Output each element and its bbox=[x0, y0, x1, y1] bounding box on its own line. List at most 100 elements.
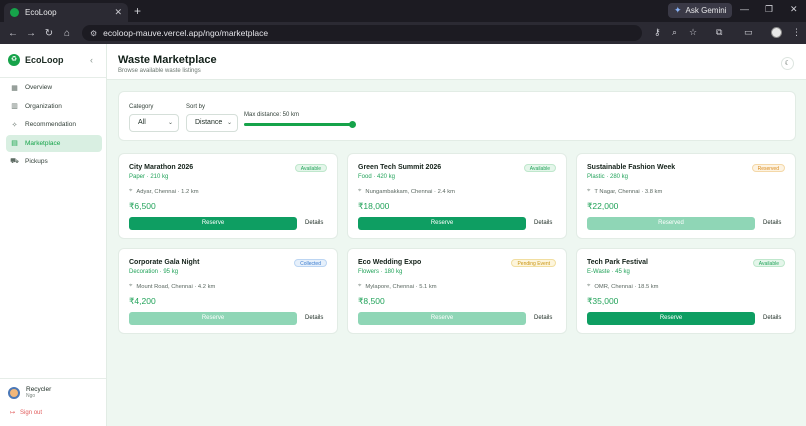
details-link[interactable]: Details bbox=[534, 220, 552, 226]
details-link[interactable]: Details bbox=[305, 315, 323, 321]
profile-avatar[interactable] bbox=[771, 27, 782, 38]
building-icon: ▥ bbox=[11, 103, 18, 110]
location-text: Adyar, Chennai · 1.2 km bbox=[136, 188, 199, 195]
location-pin-icon: ⌖ bbox=[358, 283, 362, 289]
status-badge: Pending Event bbox=[511, 259, 556, 267]
location-pin-icon: ⌖ bbox=[587, 283, 591, 289]
menu-icon[interactable]: ⋮ bbox=[792, 27, 801, 38]
minimize-icon[interactable]: — bbox=[740, 4, 749, 14]
location-pin-icon: ⌖ bbox=[129, 283, 133, 289]
listing-price: ₹22,000 bbox=[587, 201, 619, 211]
zoom-icon[interactable]: ⌕ bbox=[672, 27, 677, 38]
browser-tab[interactable]: EcoLoop ✕ bbox=[4, 3, 128, 22]
slider-thumb[interactable] bbox=[348, 121, 356, 128]
page-title: Waste Marketplace bbox=[118, 54, 217, 66]
logout-icon: ↦ bbox=[10, 410, 16, 416]
url-text: ecoloop-mauve.vercel.app/ngo/marketplace bbox=[103, 28, 269, 38]
forward-icon[interactable]: → bbox=[22, 28, 40, 39]
status-badge: Available bbox=[294, 164, 327, 172]
close-tab-icon[interactable]: ✕ bbox=[114, 7, 122, 18]
extensions-icon[interactable]: ⧉ bbox=[716, 27, 722, 38]
favicon-icon bbox=[10, 8, 19, 17]
sortby-select[interactable]: Distance ⌄ bbox=[186, 114, 238, 132]
brand[interactable]: ♻ EcoLoop bbox=[8, 54, 64, 66]
location-pin-icon: ⌖ bbox=[587, 188, 591, 194]
home-icon[interactable]: ⌂ bbox=[58, 28, 76, 39]
sidebar-item-organization[interactable]: ▥ Organization bbox=[6, 98, 102, 115]
chevron-down-icon: ⌄ bbox=[167, 120, 173, 126]
location-text: T Nagar, Chennai · 3.8 km bbox=[594, 188, 663, 195]
collapse-sidebar-icon[interactable]: ‹ bbox=[90, 55, 93, 65]
site-info-icon[interactable]: ⚙ bbox=[90, 29, 97, 38]
sidebar-item-label: Pickups bbox=[25, 158, 48, 165]
cast-icon[interactable]: ▭ bbox=[744, 27, 753, 38]
truck-icon: ⛟ bbox=[10, 158, 19, 165]
new-tab-button[interactable]: + bbox=[134, 4, 141, 18]
sparkle-icon: ✧ bbox=[11, 121, 18, 129]
reserve-button[interactable]: Reserve bbox=[587, 312, 755, 325]
listing-location: ⌖ T Nagar, Chennai · 3.8 km bbox=[587, 188, 662, 195]
location-text: OMR, Chennai · 18.5 km bbox=[594, 283, 659, 290]
location-text: Nungambakkam, Chennai · 2.4 km bbox=[365, 188, 455, 195]
page-subtitle: Browse available waste listings bbox=[118, 68, 201, 74]
category-select[interactable]: All ⌄ bbox=[129, 114, 179, 132]
reserve-button[interactable]: Reserve bbox=[358, 312, 526, 325]
listing-card: Green Tech Summit 2026 Food · 420 kg Avail… bbox=[347, 153, 567, 239]
listing-title: City Marathon 2026 bbox=[129, 164, 194, 171]
listing-title: Sustainable Fashion Week bbox=[587, 164, 676, 171]
brand-name: EcoLoop bbox=[25, 55, 64, 65]
listing-card: City Marathon 2026 Paper · 210 kg Availabl… bbox=[118, 153, 338, 239]
listing-location: ⌖ OMR, Chennai · 18.5 km bbox=[587, 283, 659, 290]
listing-location: ⌖ Adyar, Chennai · 1.2 km bbox=[129, 188, 199, 195]
back-icon[interactable]: ← bbox=[4, 28, 22, 39]
listing-title: Corporate Gala Night bbox=[129, 259, 200, 266]
key-icon[interactable]: ⚷ bbox=[654, 27, 661, 38]
listing-card: Tech Park Festival E-Waste · 45 kg Availab… bbox=[576, 248, 796, 334]
close-window-icon[interactable]: ✕ bbox=[790, 4, 798, 15]
sidebar-item-label: Organization bbox=[25, 102, 62, 110]
details-link[interactable]: Details bbox=[763, 315, 781, 321]
slider-fill bbox=[244, 123, 352, 126]
details-link[interactable]: Details bbox=[763, 220, 781, 226]
listing-price: ₹35,000 bbox=[587, 296, 619, 306]
listing-card: Corporate Gala Night Decoration · 95 kg Co… bbox=[118, 248, 338, 334]
app: ♻ EcoLoop ‹ ▦ Overview ▥ Organization ✧ Recom… bbox=[0, 44, 806, 426]
bookmark-star-icon[interactable]: ☆ bbox=[689, 27, 697, 38]
location-text: Mount Road, Chennai · 4.2 km bbox=[136, 283, 216, 290]
ask-gemini-button[interactable]: ✦ Ask Gemini bbox=[668, 3, 733, 18]
sidebar-item-overview[interactable]: ▦ Overview bbox=[6, 79, 102, 96]
reload-icon[interactable]: ↻ bbox=[40, 28, 58, 39]
reserve-button[interactable]: Reserve bbox=[358, 217, 526, 230]
store-icon: ▤ bbox=[11, 140, 18, 147]
sidebar-item-pickups[interactable]: ⛟ Pickups bbox=[6, 153, 102, 170]
user-profile[interactable]: Recycler Ngo bbox=[8, 386, 51, 399]
reserve-button[interactable]: Reserve bbox=[129, 217, 297, 230]
sidebar-item-label: Recommendation bbox=[25, 121, 76, 128]
reserve-button[interactable]: Reserved bbox=[587, 217, 755, 230]
reserve-button[interactable]: Reserve bbox=[129, 312, 297, 325]
sidebar-item-label: Marketplace bbox=[25, 139, 61, 147]
distance-slider[interactable] bbox=[244, 121, 356, 128]
listing-category: E-Waste · 45 kg bbox=[587, 269, 630, 275]
sortby-label: Sort by bbox=[186, 104, 206, 110]
gemini-icon: ✦ bbox=[674, 5, 682, 15]
sidebar-item-label: Overview bbox=[25, 84, 53, 91]
listing-price: ₹18,000 bbox=[358, 201, 390, 211]
sidebar-item-recommendation[interactable]: ✧ Recommendation bbox=[6, 116, 102, 133]
browser-tabbar: EcoLoop ✕ + ✦ Ask Gemini — ❐ ✕ bbox=[0, 0, 806, 22]
sign-out-button[interactable]: ↦ Sign out bbox=[10, 409, 42, 417]
location-pin-icon: ⌖ bbox=[358, 188, 362, 194]
tab-title: EcoLoop bbox=[25, 8, 57, 17]
details-link[interactable]: Details bbox=[534, 315, 552, 321]
listing-category: Paper · 210 kg bbox=[129, 174, 169, 180]
avatar bbox=[8, 386, 20, 399]
status-badge: Reserved bbox=[751, 164, 785, 172]
address-bar[interactable]: ⚙ ecoloop-mauve.vercel.app/ngo/marketpla… bbox=[82, 25, 642, 41]
category-value: All bbox=[138, 119, 146, 126]
distance-label: Max distance: 50 km bbox=[244, 112, 300, 118]
theme-toggle-icon[interactable]: ☾ bbox=[781, 57, 794, 70]
restore-icon[interactable]: ❐ bbox=[765, 4, 773, 15]
grid-icon: ▦ bbox=[11, 84, 18, 92]
sidebar-item-marketplace[interactable]: ▤ Marketplace bbox=[6, 134, 102, 152]
details-link[interactable]: Details bbox=[305, 220, 323, 226]
